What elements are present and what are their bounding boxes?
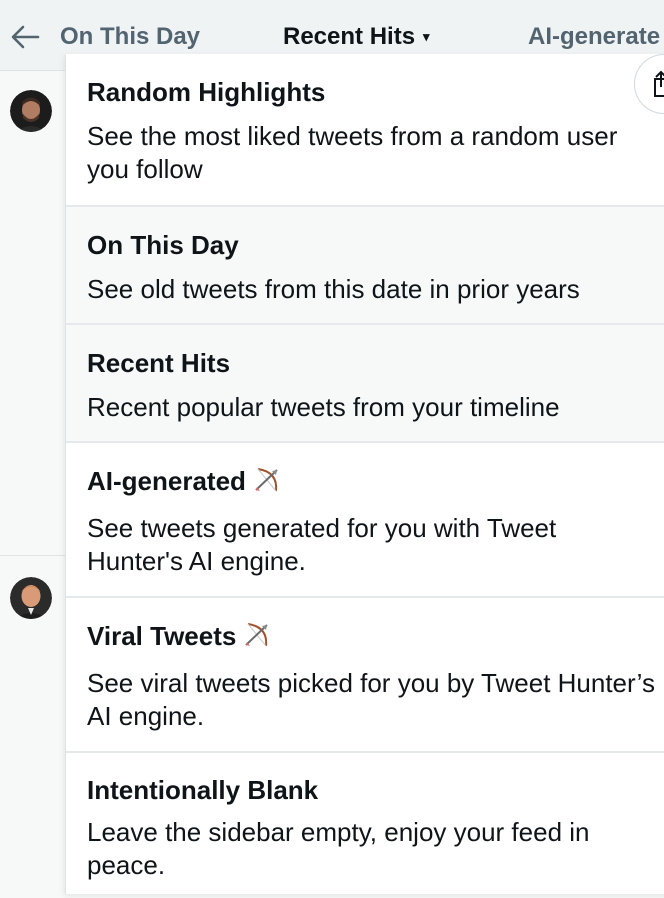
- menu-item-title: Viral Tweets: [87, 621, 237, 651]
- menu-item-title: Intentionally Blank: [87, 775, 319, 805]
- menu-item-title: On This Day: [87, 230, 239, 260]
- tab-on-this-day[interactable]: On This Day: [60, 22, 200, 52]
- menu-item-viral-tweets[interactable]: Viral Tweets See viral tweets picked for…: [66, 598, 664, 753]
- menu-item-random-highlights[interactable]: Random Highlights See the most liked twe…: [66, 54, 664, 207]
- tab-ai-generated[interactable]: AI-generate: [528, 22, 660, 52]
- tab-recent-hits-label: Recent Hits: [283, 23, 416, 50]
- menu-item-title: Random Highlights: [87, 77, 326, 107]
- sidebar-mode-dropdown: Random Highlights See the most liked twe…: [65, 54, 664, 894]
- menu-item-on-this-day[interactable]: On This Day See old tweets from this dat…: [66, 207, 664, 325]
- timeline-divider: [0, 555, 66, 556]
- tab-recent-hits[interactable]: Recent Hits ▾: [283, 22, 430, 52]
- menu-item-description: See viral tweets picked for you by Tweet…: [87, 668, 655, 731]
- avatar[interactable]: [10, 577, 52, 619]
- menu-item-recent-hits[interactable]: Recent Hits Recent popular tweets from y…: [66, 325, 664, 443]
- menu-item-description: See old tweets from this date in prior y…: [87, 274, 580, 304]
- menu-item-title-row: Viral Tweets: [87, 620, 272, 652]
- menu-item-intentionally-blank[interactable]: Intentionally Blank Leave the sidebar em…: [66, 753, 664, 898]
- menu-item-description: Leave the sidebar empty, enjoy your feed…: [87, 817, 590, 880]
- bow-and-arrow-icon: [242, 621, 272, 649]
- timeline-background: [0, 71, 66, 892]
- arrow-left-icon[interactable]: [10, 24, 40, 50]
- menu-item-description: See tweets generated for you with Tweet …: [87, 513, 557, 576]
- menu-item-title: AI-generated: [87, 466, 246, 496]
- avatar[interactable]: [10, 90, 52, 132]
- bow-and-arrow-icon: [252, 466, 282, 494]
- menu-item-title-row: AI-generated: [87, 465, 282, 497]
- menu-item-description: Recent popular tweets from your timeline: [87, 392, 560, 422]
- menu-item-title: Recent Hits: [87, 348, 231, 378]
- menu-item-description: See the most liked tweets from a random …: [87, 121, 618, 184]
- share-icon: [654, 70, 664, 97]
- caret-down-icon: ▾: [423, 29, 430, 44]
- menu-item-ai-generated[interactable]: AI-generated See tweets generated for yo…: [66, 443, 664, 598]
